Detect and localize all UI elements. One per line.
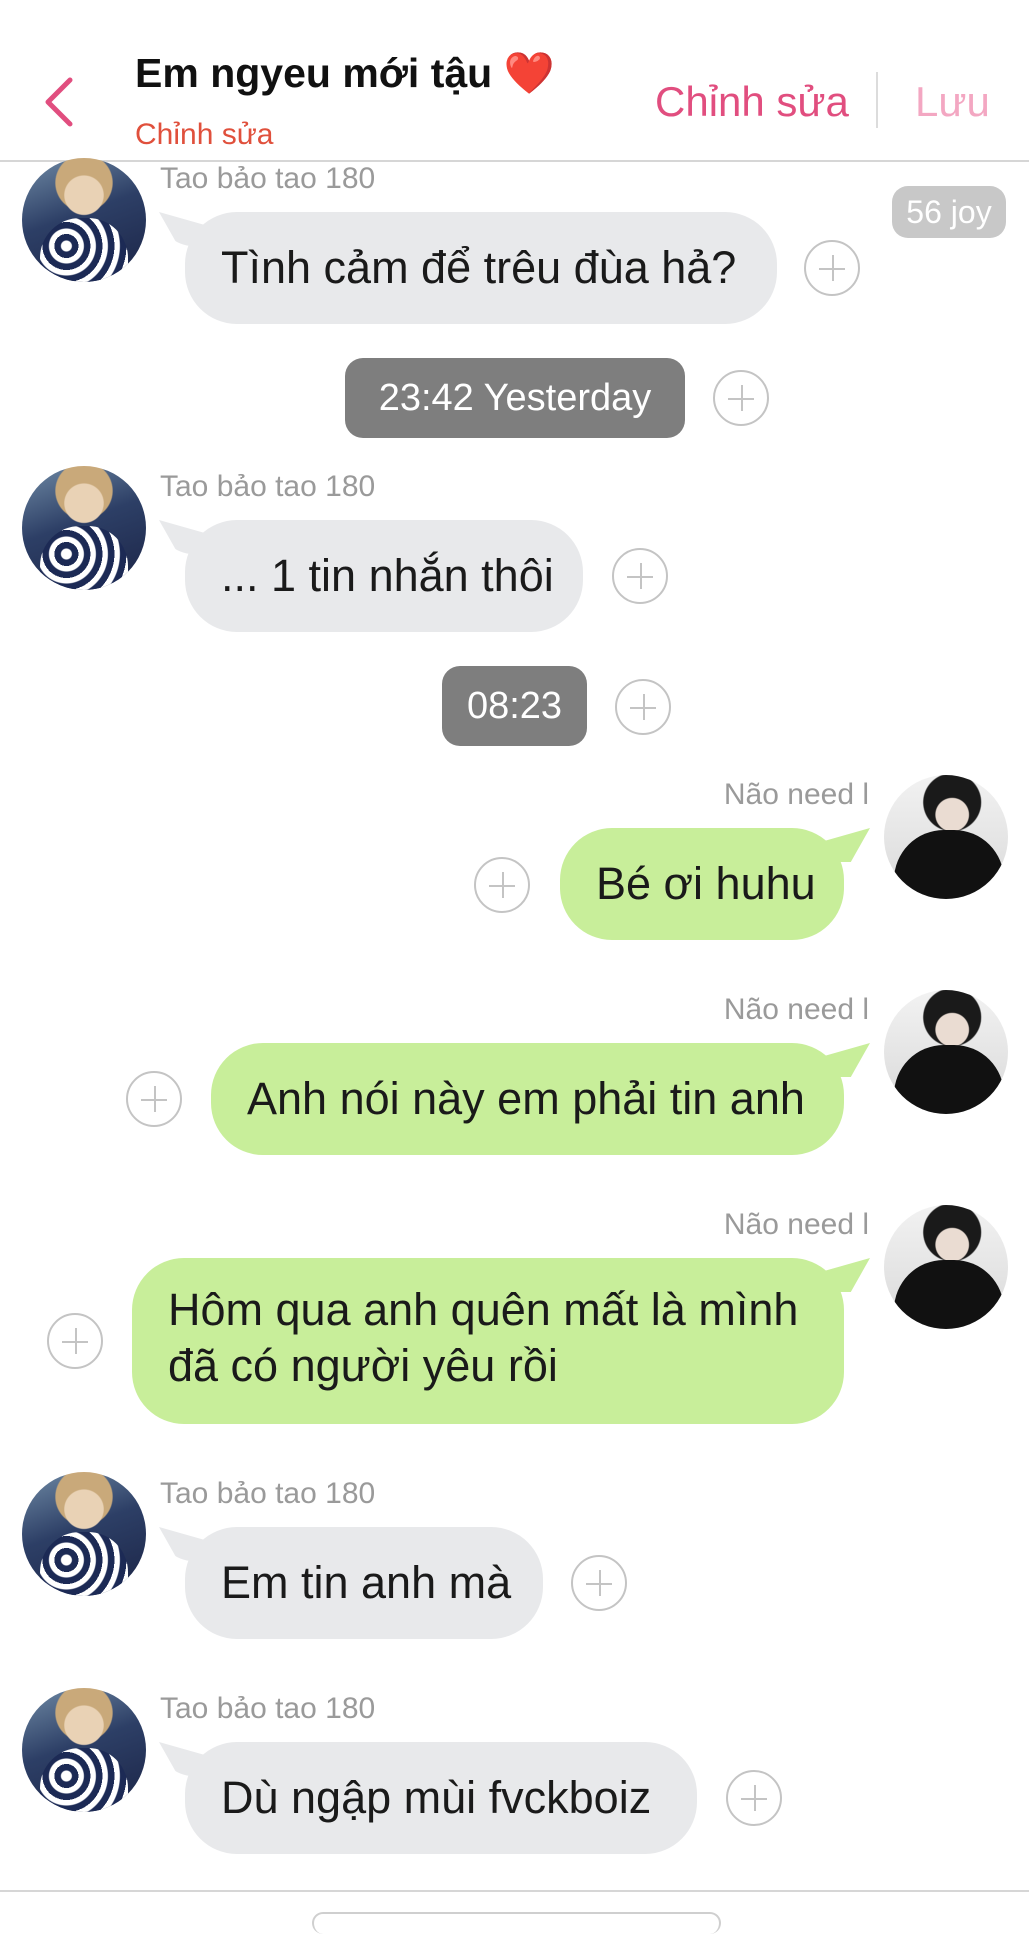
avatar[interactable]: [884, 1205, 1008, 1329]
message-bubble[interactable]: Bé ơi huhu: [560, 828, 844, 940]
message-text: Bé ơi huhu: [596, 858, 816, 909]
sender-name: Não need l: [723, 778, 869, 811]
message-text: Anh nói này em phải tin anh: [247, 1073, 805, 1124]
avatar[interactable]: [884, 775, 1008, 899]
sender-name: Tao bảo tao 180: [160, 162, 376, 195]
message-bubble[interactable]: Em tin anh mà: [185, 1527, 543, 1639]
chat-title: Em ngyeu mới tậu ❤️: [135, 50, 555, 96]
message-text: Tình cảm để trêu đùa hả?: [221, 242, 737, 293]
add-reaction-button[interactable]: [47, 1313, 103, 1369]
add-reaction-button[interactable]: [804, 240, 860, 296]
add-reaction-button[interactable]: [126, 1071, 182, 1127]
sender-name: Tao bảo tao 180: [160, 470, 376, 503]
avatar[interactable]: [22, 1472, 146, 1596]
avatar[interactable]: [22, 1688, 146, 1812]
chat-subtitle[interactable]: Chỉnh sửa: [135, 118, 274, 152]
chat-header: Em ngyeu mới tậu ❤️ Chỉnh sửa Chỉnh sửa …: [0, 0, 1029, 162]
add-reaction-button[interactable]: [612, 548, 668, 604]
add-reaction-button[interactable]: [474, 857, 530, 913]
joy-badge: 56 joy: [892, 186, 1006, 238]
edit-button[interactable]: Chỉnh sửa: [655, 78, 849, 126]
avatar[interactable]: [884, 990, 1008, 1114]
add-reaction-button[interactable]: [713, 370, 769, 426]
message-text-line: đã có người yêu rồi: [168, 1340, 558, 1391]
add-reaction-button[interactable]: [571, 1555, 627, 1611]
chevron-left-icon[interactable]: [40, 72, 80, 132]
avatar[interactable]: [22, 158, 146, 282]
message-text: Em tin anh mà: [221, 1557, 512, 1608]
message-bubble[interactable]: Tình cảm để trêu đùa hả?: [185, 212, 777, 324]
sender-name: Não need l: [723, 993, 869, 1026]
message-bubble[interactable]: ... 1 tin nhắn thôi: [185, 520, 583, 632]
message-bubble[interactable]: Anh nói này em phải tin anh: [211, 1043, 844, 1155]
message-text: ... 1 tin nhắn thôi: [221, 550, 554, 601]
sender-name: Não need l: [723, 1208, 869, 1241]
timestamp-pill: 23:42 Yesterday: [345, 358, 685, 438]
timestamp-pill: 08:23: [442, 666, 587, 746]
message-bubble[interactable]: Hôm qua anh quên mất là mình đã có người…: [132, 1258, 844, 1424]
bottom-divider: [0, 1890, 1029, 1892]
input-bar[interactable]: [312, 1912, 721, 1934]
message-text: Dù ngập mùi fvckboiz: [221, 1772, 652, 1823]
sender-name: Tao bảo tao 180: [160, 1692, 376, 1725]
add-reaction-button[interactable]: [615, 679, 671, 735]
add-reaction-button[interactable]: [726, 1770, 782, 1826]
sender-name: Tao bảo tao 180: [160, 1477, 376, 1510]
avatar[interactable]: [22, 466, 146, 590]
message-bubble[interactable]: Dù ngập mùi fvckboiz: [185, 1742, 697, 1854]
message-text-line: Hôm qua anh quên mất là mình: [168, 1284, 799, 1335]
save-button[interactable]: Lưu: [915, 78, 990, 126]
header-divider: [876, 72, 878, 128]
